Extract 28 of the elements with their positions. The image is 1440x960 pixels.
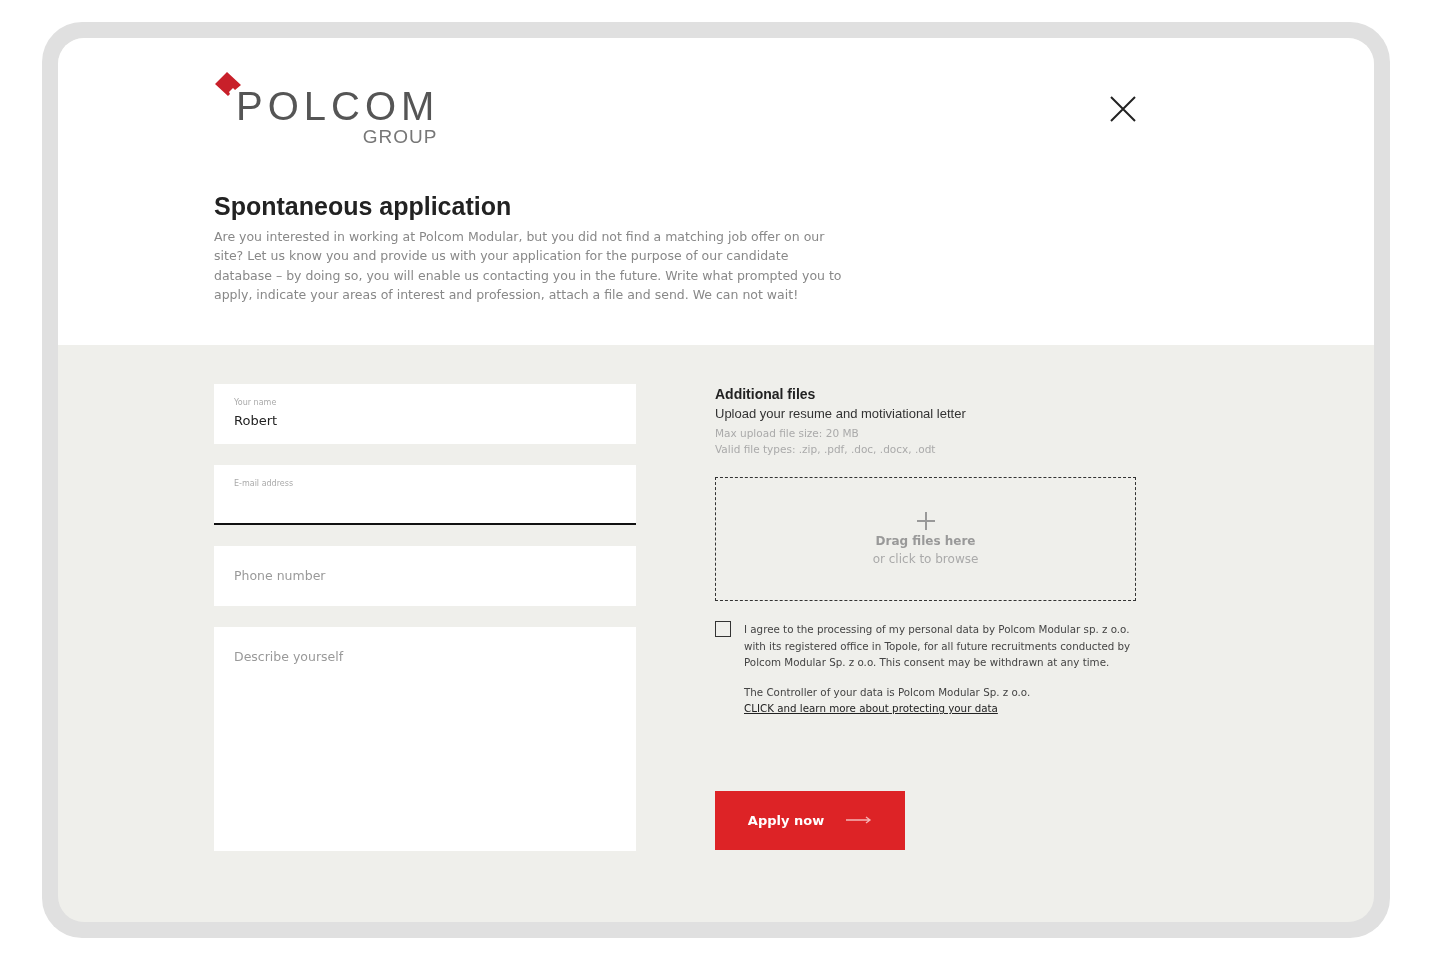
upload-note: Valid file types: .zip, .pdf, .doc, .docx, .odt bbox=[715, 442, 937, 457]
drop-zone[interactable]: Drag files here or click to browse bbox=[715, 477, 1136, 601]
logo-name: POLCOM bbox=[236, 86, 440, 126]
input-field[interactable]: Phone number bbox=[214, 546, 636, 606]
section-subheading: Upload your resume and motiviational letter bbox=[715, 406, 967, 421]
privacy-link[interactable]: CLICK and learn more about protecting your data bbox=[744, 702, 998, 715]
field-value: Robert bbox=[234, 413, 279, 428]
drop-title: Drag files here bbox=[875, 534, 976, 548]
input-field[interactable]: Your name Robert bbox=[214, 384, 636, 444]
controller-text: The Controller of your data is Polcom Modular Sp. z o.o. bbox=[744, 684, 1032, 700]
apply-button[interactable]: Apply now bbox=[715, 790, 905, 850]
upload-note: Max upload file size: 20 MB bbox=[715, 426, 860, 441]
field-label: E-mail address bbox=[234, 479, 295, 488]
field-label: Your name bbox=[234, 398, 278, 407]
field-placeholder: Phone number bbox=[234, 568, 327, 583]
plus-icon bbox=[916, 512, 935, 530]
section-heading: Additional files bbox=[715, 386, 817, 402]
consent-text: I agree to the processing of my personal data by Polcom Modular sp. z o.o. with its registered office in Topole, for all future recruitments conducted by Polcom Modular Sp. z o.o. This consent may be withdrawn at any time. bbox=[744, 622, 1132, 671]
close-button[interactable] bbox=[1110, 96, 1136, 122]
intro-text: Are you interested in working at Polcom Modular, but you did not find a matching job offer on our site? Let us know you and provide us with your application for the purpose of our candidate database – by doing so, you will enable us contacting you in the future. Write what prompted you to apply, indicate your areas of interest and profession, attach a file and send. We can not wait! bbox=[214, 228, 843, 304]
input-field[interactable]: E-mail address bbox=[214, 465, 636, 525]
drop-hint: or click to browse bbox=[872, 552, 979, 566]
page-title: Spontaneous application bbox=[214, 192, 513, 221]
arrow-icon bbox=[846, 816, 873, 825]
consent-checkbox[interactable] bbox=[715, 621, 731, 637]
logo-subtitle: GROUP bbox=[362, 126, 438, 148]
field-placeholder: Describe yourself bbox=[234, 649, 345, 664]
text-area[interactable]: Describe yourself bbox=[214, 627, 636, 851]
